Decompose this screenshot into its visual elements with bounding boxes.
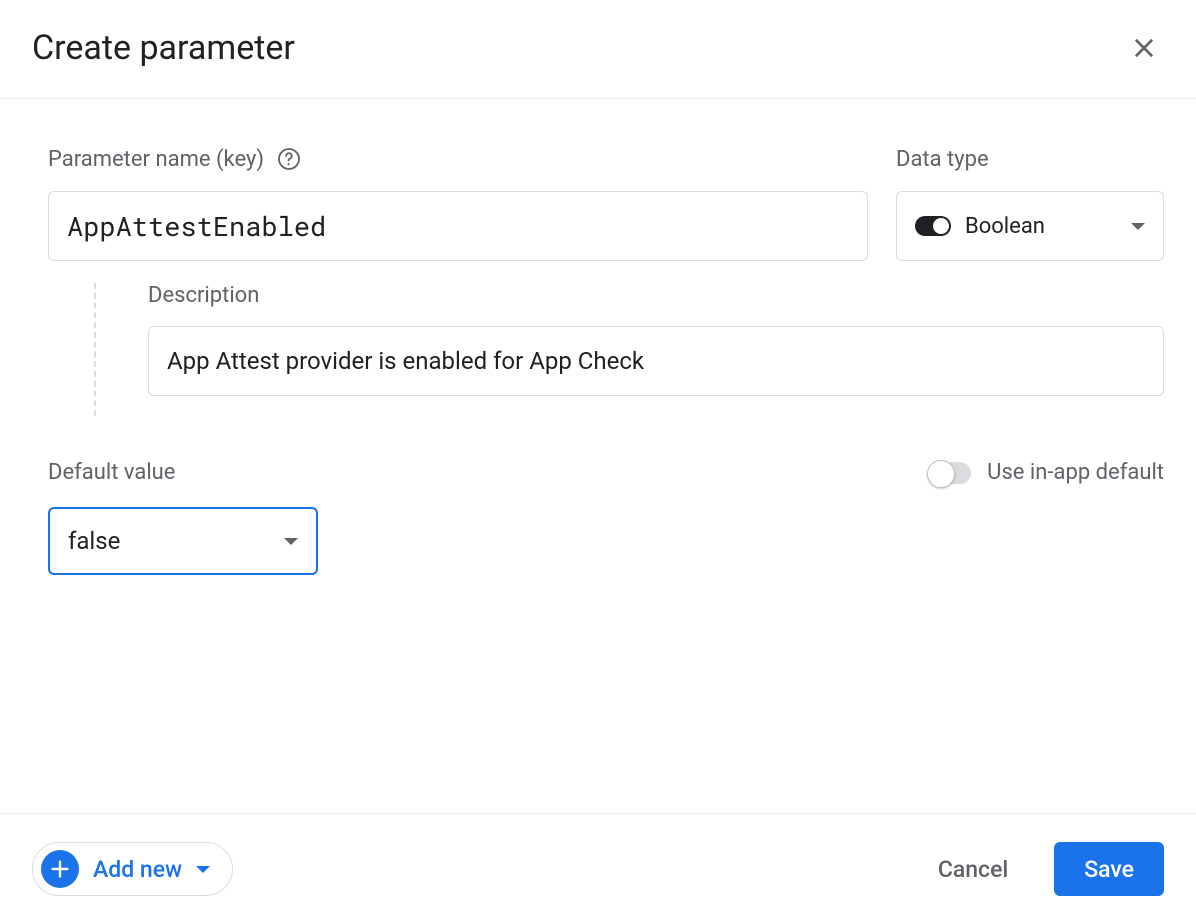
close-icon — [1130, 34, 1158, 62]
data-type-label: Data type — [896, 147, 989, 172]
default-value-row: Default value false Use in-app default — [48, 460, 1164, 575]
default-value-label: Default value — [48, 460, 318, 485]
use-in-app-default-toggle[interactable] — [929, 462, 971, 484]
data-type-field: Data type Boolean — [896, 145, 1164, 261]
add-new-label: Add new — [93, 856, 182, 883]
boolean-type-icon — [915, 216, 951, 236]
tree-connector — [48, 283, 148, 396]
description-label: Description — [148, 283, 1164, 308]
save-button[interactable]: Save — [1054, 842, 1164, 896]
close-button[interactable] — [1124, 28, 1164, 68]
description-input[interactable] — [148, 326, 1164, 396]
chevron-down-icon — [1131, 223, 1145, 230]
parameter-name-label-row: Parameter name (key) — [48, 145, 868, 173]
dialog-header: Create parameter — [0, 0, 1196, 99]
data-type-label-row: Data type — [896, 145, 1164, 173]
parameter-name-field: Parameter name (key) — [48, 145, 868, 261]
footer-actions: Cancel Save — [920, 842, 1164, 896]
cancel-button[interactable]: Cancel — [920, 844, 1026, 895]
add-new-button[interactable]: Add new — [32, 842, 233, 896]
default-value-field: Default value false — [48, 460, 318, 575]
chevron-down-icon — [284, 538, 298, 545]
data-type-value: Boolean — [965, 214, 1117, 239]
use-in-app-default-label: Use in-app default — [987, 460, 1164, 485]
description-inner: Description — [148, 283, 1164, 396]
dialog-content: Parameter name (key) Data type Boolean — [0, 99, 1196, 813]
plus-icon — [41, 850, 79, 888]
default-value-select[interactable]: false — [48, 507, 318, 575]
top-row: Parameter name (key) Data type Boolean — [48, 145, 1164, 261]
data-type-select[interactable]: Boolean — [896, 191, 1164, 261]
parameter-name-label: Parameter name (key) — [48, 147, 264, 172]
dialog-footer: Add new Cancel Save — [0, 813, 1196, 924]
parameter-name-input[interactable] — [48, 191, 868, 261]
help-icon[interactable] — [276, 146, 302, 172]
dialog-title: Create parameter — [32, 28, 295, 68]
create-parameter-dialog: Create parameter Parameter name (key) Da… — [0, 0, 1196, 924]
chevron-down-icon — [196, 866, 210, 873]
description-block: Description — [48, 283, 1164, 396]
use-in-app-default: Use in-app default — [929, 460, 1164, 485]
default-value-text: false — [68, 527, 120, 555]
